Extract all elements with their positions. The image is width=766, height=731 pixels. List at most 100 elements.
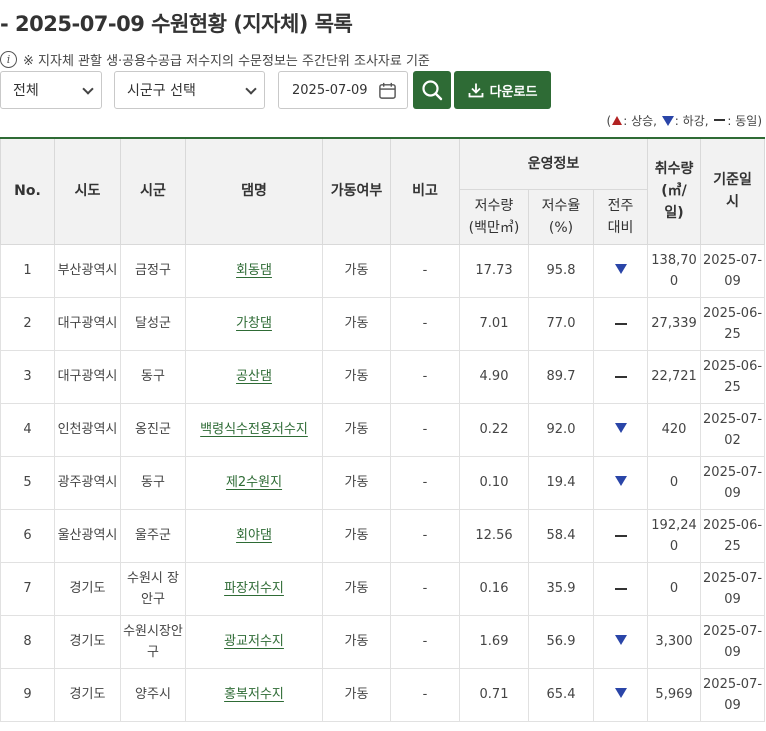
cell-date: 2025-07-09	[700, 561, 766, 616]
cell-sido: 광주광역시	[54, 455, 121, 510]
cell-storage: 0.22	[459, 402, 529, 457]
cell-sido: 부산광역시	[54, 243, 121, 298]
cell-storage: 17.73	[459, 243, 529, 298]
cell-date: 2025-07-09	[700, 243, 766, 298]
dam-link[interactable]: 가창댐	[236, 316, 272, 331]
cell-dam: 백령식수전용저수지	[185, 402, 323, 457]
cell-date: 2025-07-02	[700, 402, 766, 457]
cell-sido: 인천광역시	[54, 402, 121, 457]
region-select[interactable]: 전체	[0, 71, 102, 109]
cell-trend	[592, 243, 649, 298]
cell-note: -	[390, 349, 460, 404]
cell-storage: 0.71	[459, 667, 529, 722]
table-row: 2 대구광역시 달성군 가창댐 가동 -7.01 77.0 27,339 2025-06-25	[0, 296, 766, 351]
cell-no: 1	[0, 243, 55, 298]
dam-link[interactable]: 회야댐	[236, 528, 272, 543]
cell-trend	[592, 508, 649, 563]
table-row: 7 경기도 수원시 장안구 파장저수지 가동 -0.16 35.9 0 2025-07-09	[0, 561, 766, 616]
cell-status: 가동	[322, 402, 391, 457]
cell-intake: 27,339	[647, 296, 702, 351]
header-operation: 운영정보	[458, 137, 649, 190]
cell-no: 6	[0, 508, 55, 563]
cell-trend	[592, 614, 649, 669]
header-dam: 댐명	[185, 137, 323, 245]
dam-link[interactable]: 파장저수지	[224, 581, 284, 596]
cell-sido: 대구광역시	[54, 296, 121, 351]
cell-status: 가동	[322, 667, 391, 722]
cell-sigun: 수원시 장안구	[120, 561, 186, 616]
cell-status: 가동	[322, 455, 391, 510]
cell-note: -	[390, 614, 460, 669]
calendar-icon[interactable]	[378, 81, 397, 100]
dam-link[interactable]: 홍복저수지	[224, 687, 284, 702]
search-icon	[422, 80, 443, 101]
down-triangle-icon	[614, 264, 627, 274]
city-select[interactable]: 시군구 선택	[114, 71, 265, 109]
cell-storage: 0.16	[459, 561, 529, 616]
cell-sigun: 동구	[120, 349, 186, 404]
table-row: 4 인천광역시 옹진군 백령식수전용저수지 가동 -0.22 92.0 420 2025-07-…	[0, 402, 766, 457]
cell-no: 3	[0, 349, 55, 404]
dam-link[interactable]: 백령식수전용저수지	[200, 422, 308, 437]
notice: i ※ 지자체 관할 생·공용수공급 저수지의 수문정보는 주간단위 조사자료 …	[0, 50, 430, 69]
down-triangle-icon	[614, 476, 627, 486]
cell-storage: 0.10	[459, 455, 529, 510]
header-status: 가동여부	[322, 137, 391, 245]
cell-sido: 대구광역시	[54, 349, 121, 404]
dam-link[interactable]: 광교저수지	[224, 634, 284, 649]
table-row: 6 울산광역시 울주군 회야댐 가동 -12.56 58.4 192,240 2025-06-2…	[0, 508, 766, 563]
cell-date: 2025-07-09	[700, 667, 766, 722]
cell-intake: 3,300	[647, 614, 702, 669]
table-row: 3 대구광역시 동구 공산댐 가동 -4.90 89.7 22,721 2025-06-25	[0, 349, 766, 404]
cell-trend	[592, 296, 649, 351]
cell-sigun: 금정구	[120, 243, 186, 298]
header-storage: 저수량 (백만㎥)	[459, 188, 529, 245]
cell-note: -	[390, 243, 460, 298]
trend-legend: (: 상승, : 하강, : 동일)	[606, 114, 762, 128]
download-button[interactable]: 다운로드	[454, 71, 551, 109]
dash-icon	[714, 119, 726, 121]
cell-no: 4	[0, 402, 55, 457]
cell-rate: 56.9	[528, 614, 594, 669]
cell-dam: 홍복저수지	[185, 667, 323, 722]
cell-no: 5	[0, 455, 55, 510]
dam-link[interactable]: 제2수원지	[226, 475, 282, 490]
search-button[interactable]	[413, 71, 451, 109]
dash-icon	[614, 322, 627, 325]
cell-rate: 58.4	[528, 508, 594, 563]
cell-rate: 35.9	[528, 561, 594, 616]
download-label: 다운로드	[489, 84, 538, 100]
cell-dam: 광교저수지	[185, 614, 323, 669]
dam-link[interactable]: 공산댐	[236, 369, 272, 384]
header-rate: 저수율 (%)	[528, 188, 594, 245]
cell-no: 7	[0, 561, 55, 616]
info-icon: i	[0, 50, 17, 68]
cell-intake: 420	[647, 402, 702, 457]
dash-icon	[614, 534, 627, 537]
cell-status: 가동	[322, 349, 391, 404]
cell-intake: 138,700	[647, 243, 702, 298]
cell-no: 8	[0, 614, 55, 669]
cell-trend	[592, 667, 649, 722]
header-sigun: 시군	[120, 137, 186, 245]
cell-status: 가동	[322, 614, 391, 669]
cell-sido: 경기도	[54, 561, 121, 616]
cell-sido: 경기도	[54, 614, 121, 669]
cell-date: 2025-07-09	[700, 614, 766, 669]
cell-note: -	[390, 561, 460, 616]
cell-trend	[592, 561, 649, 616]
cell-trend	[592, 455, 649, 510]
date-input[interactable]: 2025-07-09	[278, 71, 408, 109]
header-date: 기준일 시	[700, 137, 766, 245]
cell-no: 2	[0, 296, 55, 351]
cell-dam: 가창댐	[185, 296, 323, 351]
cell-note: -	[390, 296, 460, 351]
cell-sido: 경기도	[54, 667, 121, 722]
cell-status: 가동	[322, 561, 391, 616]
dam-link[interactable]: 회동댐	[236, 263, 272, 278]
table-row: 8 경기도 수원시장안구 광교저수지 가동 -1.69 56.9 3,300 2025-07-0…	[0, 614, 766, 669]
cell-dam: 제2수원지	[185, 455, 323, 510]
cell-rate: 89.7	[528, 349, 594, 404]
download-icon	[468, 83, 483, 98]
header-prev: 전주 대비	[592, 188, 649, 245]
